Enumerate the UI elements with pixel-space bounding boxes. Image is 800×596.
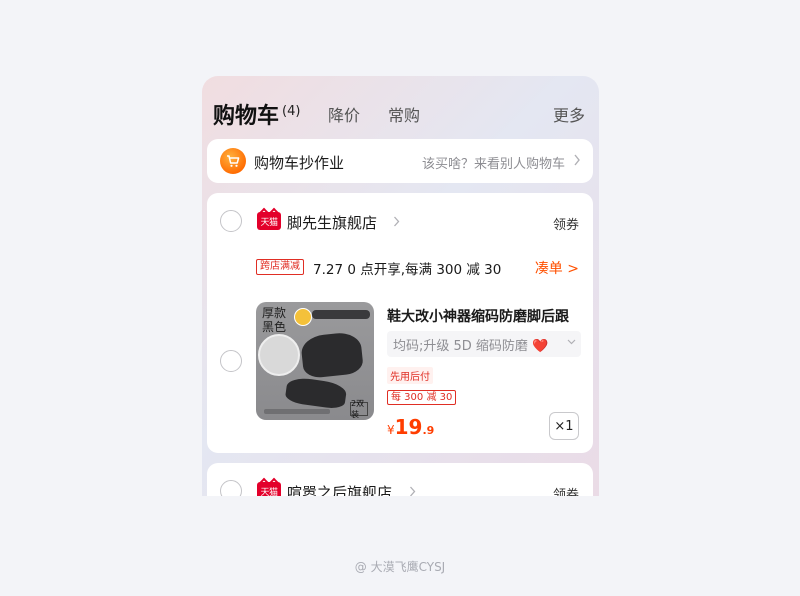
cart-icon bbox=[220, 148, 246, 174]
coupon-button[interactable]: 领券 bbox=[553, 484, 579, 496]
discount-badge: 每 300 减 30 bbox=[387, 390, 457, 405]
tab-frequently-bought[interactable]: 常购 bbox=[388, 102, 420, 126]
image-banner bbox=[312, 310, 370, 319]
detail-circle bbox=[258, 334, 300, 376]
store-name[interactable]: 脚先生旗舰店 bbox=[287, 212, 377, 233]
pack-box: 2双装 bbox=[350, 399, 368, 419]
add-on-link[interactable]: 凑单 > bbox=[535, 258, 579, 278]
watermark: @ 大漠飞鹰CYSJ bbox=[354, 560, 446, 574]
insole-shape bbox=[299, 330, 365, 380]
tab-price-drop[interactable]: 降价 bbox=[328, 102, 360, 126]
pay-later-badge: 先用后付 bbox=[387, 367, 433, 384]
promo-text: 7.27 0 点开享,每满 300 减 30 bbox=[313, 262, 502, 278]
store-select-checkbox[interactable] bbox=[220, 210, 242, 232]
cart-homework-hint: 该买啥？来看别人购物车 bbox=[421, 157, 565, 172]
store-name[interactable]: 喧嚣之后旗舰店 bbox=[287, 482, 392, 496]
cart-count: (4) bbox=[282, 104, 301, 119]
tmall-logo-icon: 天猫 bbox=[257, 212, 281, 230]
page-title: 购物车 bbox=[213, 104, 280, 129]
cart-header: 购物车 (4) 降价 常购 更多 bbox=[202, 76, 599, 136]
chevron-down-icon bbox=[567, 339, 576, 345]
price-decimal: .9 bbox=[422, 424, 435, 437]
product-title[interactable]: 鞋大改小神器缩码防磨脚后跟 bbox=[387, 306, 569, 326]
sku-text: 均码;升级 5D 缩码防磨 bbox=[393, 339, 528, 354]
image-text: 厚款黑色 bbox=[262, 306, 287, 334]
product-image[interactable]: 厚款黑色 2双装 bbox=[256, 302, 374, 420]
tmall-logo-icon: 天猫 bbox=[257, 482, 281, 496]
image-caption bbox=[264, 409, 330, 414]
heart-icon: ❤️ bbox=[532, 339, 549, 354]
more-button[interactable]: 更多 bbox=[553, 102, 585, 126]
insole-shape bbox=[284, 375, 348, 411]
shopping-cart-screen: 购物车 (4) 降价 常购 更多 购物车抄作业 该买啥？来看别人购物车 天猫 脚… bbox=[202, 76, 599, 496]
cart-homework-banner[interactable]: 购物车抄作业 该买啥？来看别人购物车 bbox=[207, 139, 593, 183]
chevron-right-icon bbox=[410, 486, 416, 496]
price-integer: 19 bbox=[394, 415, 423, 439]
chevron-right-icon bbox=[574, 154, 580, 166]
store-card: 天猫 脚先生旗舰店 领券 跨店满减 7.27 0 点开享,每满 300 减 30… bbox=[207, 193, 593, 453]
cart-homework-title: 购物车抄作业 bbox=[254, 154, 345, 172]
coupon-button[interactable]: 领券 bbox=[553, 214, 579, 233]
chevron-right-icon bbox=[394, 216, 400, 227]
store-card: 天猫 喧嚣之后旗舰店 领券 bbox=[207, 463, 593, 496]
product-price: ¥19.9 bbox=[387, 415, 434, 439]
store-select-checkbox[interactable] bbox=[220, 480, 242, 496]
price-currency: ¥ bbox=[387, 423, 395, 437]
promo-tag: 跨店满减 bbox=[256, 259, 304, 275]
sku-selector[interactable]: 均码;升级 5D 缩码防磨 ❤️ bbox=[387, 331, 581, 357]
quantity-stepper[interactable]: ×1 bbox=[549, 412, 579, 440]
badge-icon bbox=[294, 308, 312, 326]
product-select-checkbox[interactable] bbox=[220, 350, 242, 372]
